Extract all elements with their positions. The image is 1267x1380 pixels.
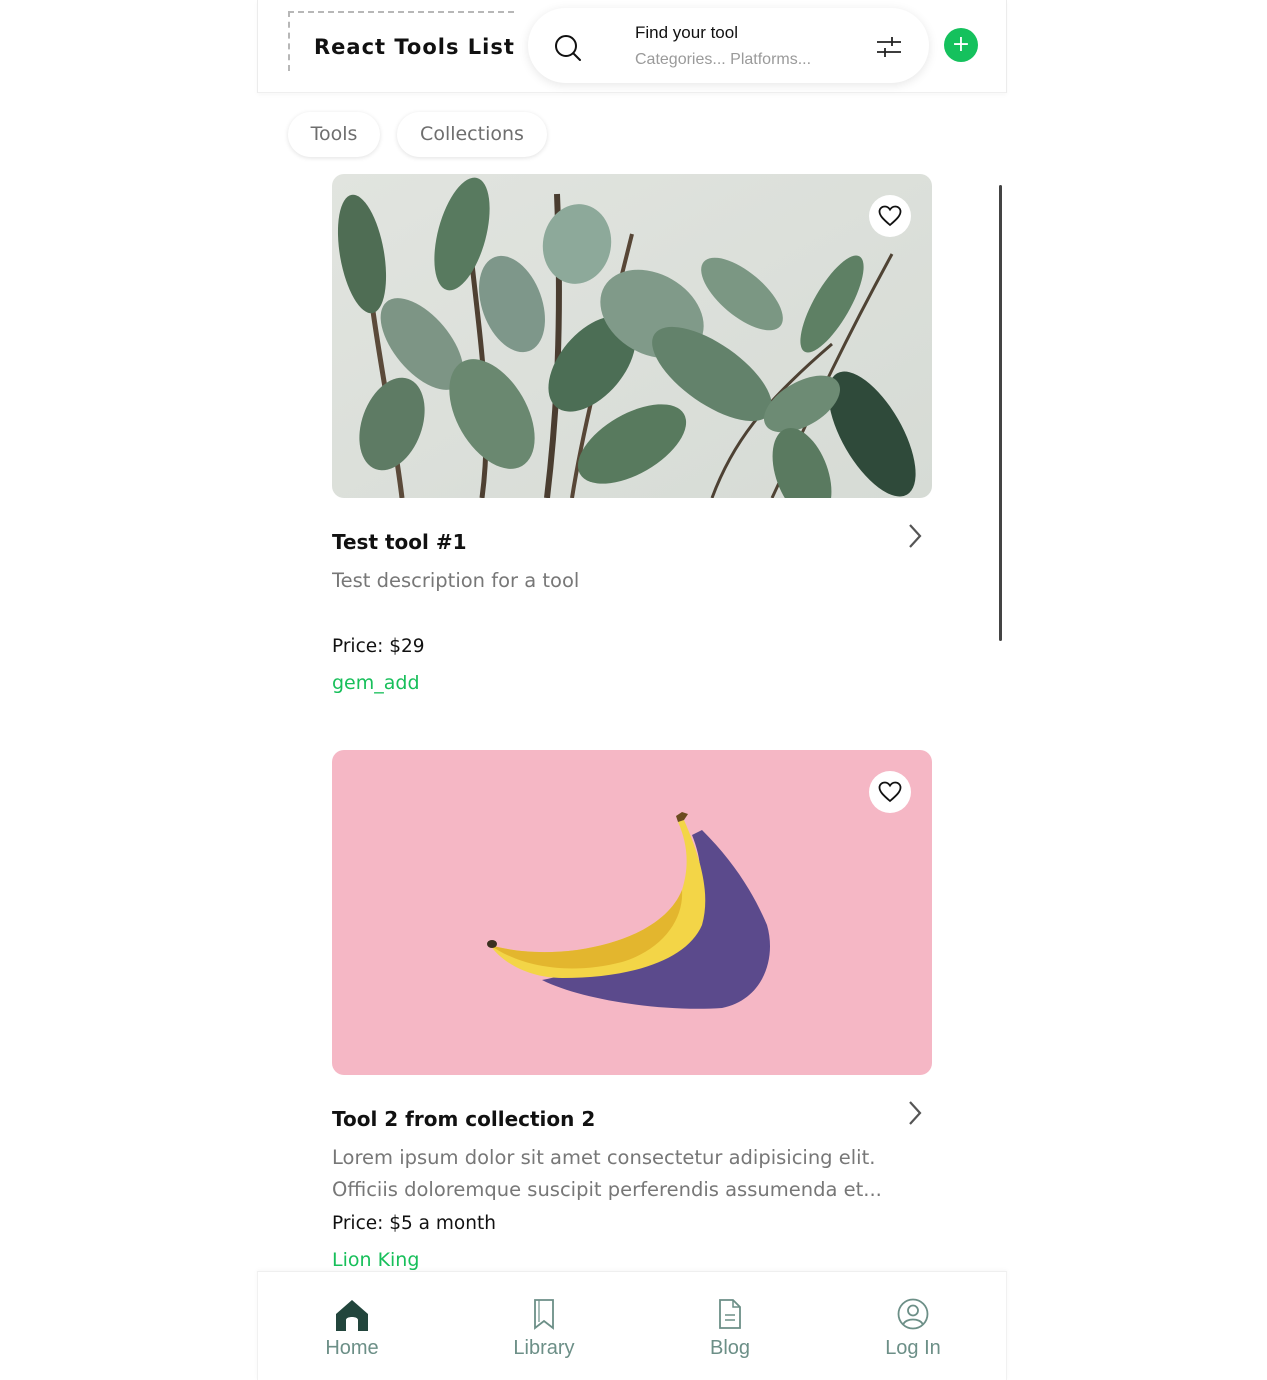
nav-label: Log In [885, 1337, 941, 1359]
tab-tools[interactable]: Tools [288, 112, 380, 157]
card-description: Lorem ipsum dolor sit amet consectetur a… [332, 1142, 932, 1206]
card-image-banana[interactable] [332, 750, 932, 1075]
user-circle-icon [897, 1298, 929, 1330]
scrollbar[interactable] [999, 185, 1002, 641]
favorite-button[interactable] [869, 195, 911, 237]
heart-icon [878, 205, 902, 227]
plant-photo [332, 174, 932, 498]
nav-item-login[interactable]: Log In [853, 1272, 973, 1380]
add-tool-button[interactable]: + [944, 28, 978, 62]
card-description-line: Test description for a tool [332, 569, 580, 592]
card-price: Price: $5 a month [332, 1213, 496, 1234]
logo[interactable]: React Tools List [288, 11, 514, 71]
card-description: Test description for a tool [332, 565, 932, 597]
card-image-plant[interactable] [332, 174, 932, 498]
app-container: React Tools List Find your tool Categori… [257, 0, 1007, 1380]
chevron-right-icon[interactable] [906, 522, 924, 550]
logo-text: React Tools List [314, 35, 515, 59]
card-description-line: Officiis doloremque suscipit perferendis… [332, 1178, 882, 1201]
card-title[interactable]: Test tool #1 [332, 530, 467, 554]
nav-label: Library [513, 1337, 575, 1359]
card-tag-link[interactable]: gem_add [332, 672, 420, 694]
nav-item-home[interactable]: Home [292, 1272, 412, 1380]
search-title: Find your tool [635, 23, 738, 42]
banana-photo [332, 750, 932, 1075]
card-tag-link[interactable]: Lion King [332, 1249, 419, 1271]
tab-collections[interactable]: Collections [397, 112, 547, 157]
filter-sliders-icon[interactable] [875, 35, 903, 59]
card-title[interactable]: Tool 2 from collection 2 [332, 1107, 595, 1131]
bottom-navigation: Home Library Blog Log In [257, 1271, 1007, 1380]
search-icon [555, 35, 581, 61]
nav-label: Home [325, 1337, 379, 1359]
nav-item-library[interactable]: Library [484, 1272, 604, 1380]
nav-item-blog[interactable]: Blog [670, 1272, 790, 1380]
chevron-right-icon[interactable] [906, 1099, 924, 1127]
home-icon [336, 1300, 368, 1331]
favorite-button[interactable] [869, 771, 911, 813]
document-icon [719, 1299, 741, 1329]
bookmark-icon [534, 1299, 554, 1330]
card-description-line: Lorem ipsum dolor sit amet consectetur a… [332, 1146, 876, 1169]
top-header: React Tools List Find your tool Categori… [257, 0, 1007, 93]
nav-label: Blog [709, 1337, 751, 1359]
search-subtitle: Categories... Platforms... [635, 51, 812, 68]
search-bar[interactable]: Find your tool Categories... Platforms..… [528, 8, 929, 83]
heart-icon [878, 781, 902, 803]
card-price: Price: $29 [332, 636, 425, 657]
